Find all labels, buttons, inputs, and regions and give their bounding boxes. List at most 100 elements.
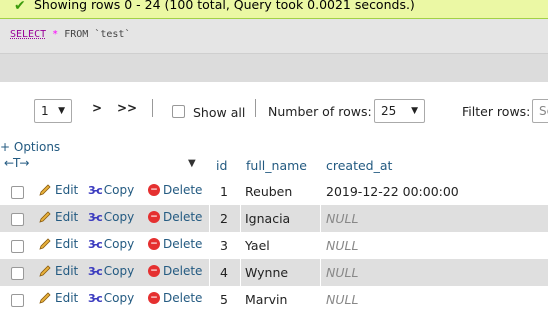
rows-count-label: Number of rows: [268,104,372,119]
table-row: Edit 3-c Copy − Delete 4 Wynne NULL [0,259,548,286]
copy-icon: 3-c [88,291,103,305]
copy-icon: 3-c [88,183,103,197]
filter-rows-placeholder: Se [539,104,548,118]
cell-full-name[interactable]: Reuben [245,184,292,199]
cell-full-name[interactable]: Yael [245,238,270,253]
cell-created-at[interactable]: NULL [326,238,358,253]
cell-created-at[interactable]: NULL [326,265,358,280]
delete-icon: − [148,184,160,196]
filter-rows-label: Filter rows: [462,104,531,119]
delete-button[interactable]: − Delete [148,210,202,224]
delete-label: Delete [163,264,203,278]
column-header-id[interactable]: id [216,158,227,173]
pencil-icon [38,264,52,278]
page-select[interactable]: 1 ▼ [34,99,72,123]
copy-label: Copy [103,183,135,197]
cell-id[interactable]: 2 [220,211,228,226]
sql-query[interactable]: SELECT * FROM `test` [10,29,130,40]
edit-label: Edit [55,291,79,305]
copy-button[interactable]: 3-c Copy [88,210,134,224]
success-message-bar: ✔ Showing rows 0 - 24 (100 total, Query … [0,0,548,19]
edit-label: Edit [55,237,79,251]
delete-icon: − [148,292,160,304]
copy-icon: 3-c [88,237,103,251]
cell-full-name[interactable]: Wynne [245,265,288,280]
delete-label: Delete [163,210,203,224]
column-header-full-name[interactable]: full_name [246,158,307,173]
row-checkbox[interactable] [11,294,24,307]
delete-icon: − [148,211,160,223]
cell-created-at[interactable]: NULL [326,211,358,226]
row-checkbox[interactable] [11,213,24,226]
edit-button[interactable]: Edit [38,264,78,278]
sort-dropdown-icon[interactable]: ▼ [188,158,196,169]
cell-full-name[interactable]: Ignacia [245,211,290,226]
edit-button[interactable]: Edit [38,291,78,305]
check-icon: ✔ [14,0,26,14]
rows-count-select[interactable]: 25 ▼ [374,99,425,123]
divider [152,99,153,117]
table-row: Edit 3-c Copy − Delete 2 Ignacia NULL [0,205,548,232]
edit-button[interactable]: Edit [38,183,78,197]
delete-label: Delete [163,183,203,197]
edit-label: Edit [55,264,79,278]
column-resize-arrows-icon[interactable]: ←T→ [4,156,29,170]
sql-star: * [52,29,59,40]
edit-button[interactable]: Edit [38,237,78,251]
column-divider [240,178,241,316]
cell-created-at[interactable]: NULL [326,292,358,307]
pagination-bar: 1 ▼ > >> Show all Number of rows: 25 ▼ F… [0,96,548,128]
cell-full-name[interactable]: Marvin [245,292,287,307]
pencil-icon [38,291,52,305]
pencil-icon [38,210,52,224]
row-checkbox[interactable] [11,186,24,199]
delete-label: Delete [163,237,203,251]
copy-label: Copy [103,237,135,251]
edit-label: Edit [55,183,79,197]
show-all-label: Show all [193,105,246,120]
copy-label: Copy [103,291,135,305]
delete-button[interactable]: − Delete [148,291,202,305]
next-page-button[interactable]: > [92,101,102,115]
chevron-down-icon: ▼ [411,106,418,116]
last-page-button[interactable]: >> [117,101,137,115]
page-select-value: 1 [41,104,49,118]
sql-toolbar-strip [0,53,548,82]
copy-button[interactable]: 3-c Copy [88,291,134,305]
pencil-icon [38,237,52,251]
sql-query-box: SELECT * FROM `test` [0,19,548,82]
cell-id[interactable]: 5 [220,292,228,307]
column-header-created-at[interactable]: created_at [326,158,392,173]
table-row: Edit 3-c Copy − Delete 5 Marvin NULL [0,286,548,313]
column-divider [320,178,321,316]
edit-button[interactable]: Edit [38,210,78,224]
edit-label: Edit [55,210,79,224]
delete-button[interactable]: − Delete [148,264,202,278]
delete-button[interactable]: − Delete [148,183,202,197]
cell-id[interactable]: 4 [220,265,228,280]
column-divider [209,178,210,316]
copy-button[interactable]: 3-c Copy [88,237,134,251]
copy-label: Copy [103,210,135,224]
table-row: Edit 3-c Copy − Delete 1 Reuben 2019-12-… [0,178,548,205]
copy-icon: 3-c [88,210,103,224]
sql-keyword-select: SELECT [10,29,47,40]
show-all-checkbox[interactable] [172,105,185,118]
row-checkbox[interactable] [11,240,24,253]
divider [255,99,256,117]
delete-label: Delete [163,291,203,305]
cell-id[interactable]: 1 [220,184,228,199]
cell-created-at[interactable]: 2019-12-22 00:00:00 [326,184,459,199]
sql-table-name: `test` [94,29,131,40]
delete-button[interactable]: − Delete [148,237,202,251]
pencil-icon [38,183,52,197]
cell-id[interactable]: 3 [220,238,228,253]
copy-button[interactable]: 3-c Copy [88,264,134,278]
row-checkbox[interactable] [11,267,24,280]
copy-button[interactable]: 3-c Copy [88,183,134,197]
copy-icon: 3-c [88,264,103,278]
filter-rows-input[interactable]: Se [532,99,548,123]
delete-icon: − [148,238,160,250]
options-toggle-link[interactable]: + Options [0,140,60,154]
sql-keyword-from: FROM [64,29,89,40]
